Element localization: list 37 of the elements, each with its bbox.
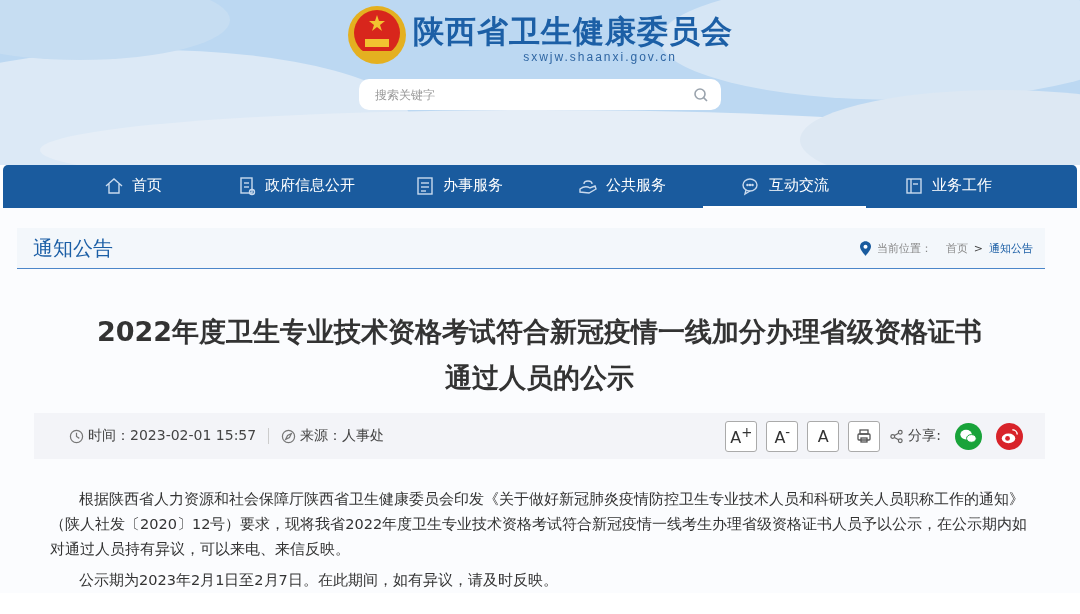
section-title: 通知公告 xyxy=(33,234,113,262)
nav-tab[interactable]: 政府信息公开 xyxy=(214,165,377,208)
chat-icon xyxy=(740,175,761,196)
share-label: 分享: xyxy=(908,427,941,445)
font-size-button[interactable]: A$^{-}$ xyxy=(766,420,799,452)
nav-tab[interactable]: 首页 xyxy=(51,165,214,208)
nav-tab[interactable]: 业务工作 xyxy=(866,165,1029,208)
paragraph: 根据陕西省人力资源和社会保障厅陕西省卫生健康委员会印发《关于做好新冠肺炎疫情防控卫生专业技术人员和科研攻关人员职称工作的通知》（陕人社发〔2020〕12号）要求，现将我省2022年度卫生专业技术资格考试符合新冠疫情一线考生办理省级资格证书人员予以公示，在公示期内如对通过人员持有异议，可以来电、来信反映。 xyxy=(50,490,1029,559)
chat-bubbles-icon[interactable] xyxy=(955,422,982,450)
compass-icon xyxy=(281,428,297,444)
publish-time: 时间：2023-02-01 15:57 xyxy=(88,427,257,445)
nav-tab[interactable]: 办事服务 xyxy=(377,165,540,208)
search-field[interactable]: 搜索关键字 xyxy=(359,79,721,110)
printer-icon xyxy=(856,428,873,444)
breadcrumb-link[interactable]: 通知公告 xyxy=(989,240,1033,256)
clock-icon xyxy=(69,428,84,444)
list-icon xyxy=(414,175,435,196)
article-title: 通过人员的公示 xyxy=(444,361,635,395)
search-icon[interactable] xyxy=(693,87,709,103)
breadcrumb-separator: > xyxy=(973,241,983,255)
paragraph: 公示期为2023年2月1日至2月7日。在此期间，如有异议，请及时反映。 xyxy=(78,571,559,590)
house-icon xyxy=(103,175,124,196)
book-icon xyxy=(903,175,924,196)
share-icon xyxy=(889,428,905,444)
location-pin-icon xyxy=(859,240,871,256)
article-title: 2022年度卫生专业技术资格考试符合新冠疫情一线加分办理省级资格证书 xyxy=(95,315,984,349)
breadcrumb-link[interactable]: 首页 xyxy=(945,240,968,256)
emblem-icon xyxy=(347,5,407,65)
font-size-button[interactable]: A$^{+}$ xyxy=(725,420,758,452)
breadcrumb-label: 当前位置： xyxy=(876,240,932,256)
print-button[interactable] xyxy=(848,420,881,452)
article-source: 来源：人事处 xyxy=(300,427,385,445)
font-size-button[interactable]: A xyxy=(807,420,840,452)
site-name: 陕西省卫生健康委员会 xyxy=(413,13,733,51)
eye-logo-icon[interactable] xyxy=(996,422,1023,450)
site-url: sxwjw.shaanxi.gov.cn xyxy=(523,50,677,65)
nav-tab[interactable]: 公共服务 xyxy=(540,165,703,208)
